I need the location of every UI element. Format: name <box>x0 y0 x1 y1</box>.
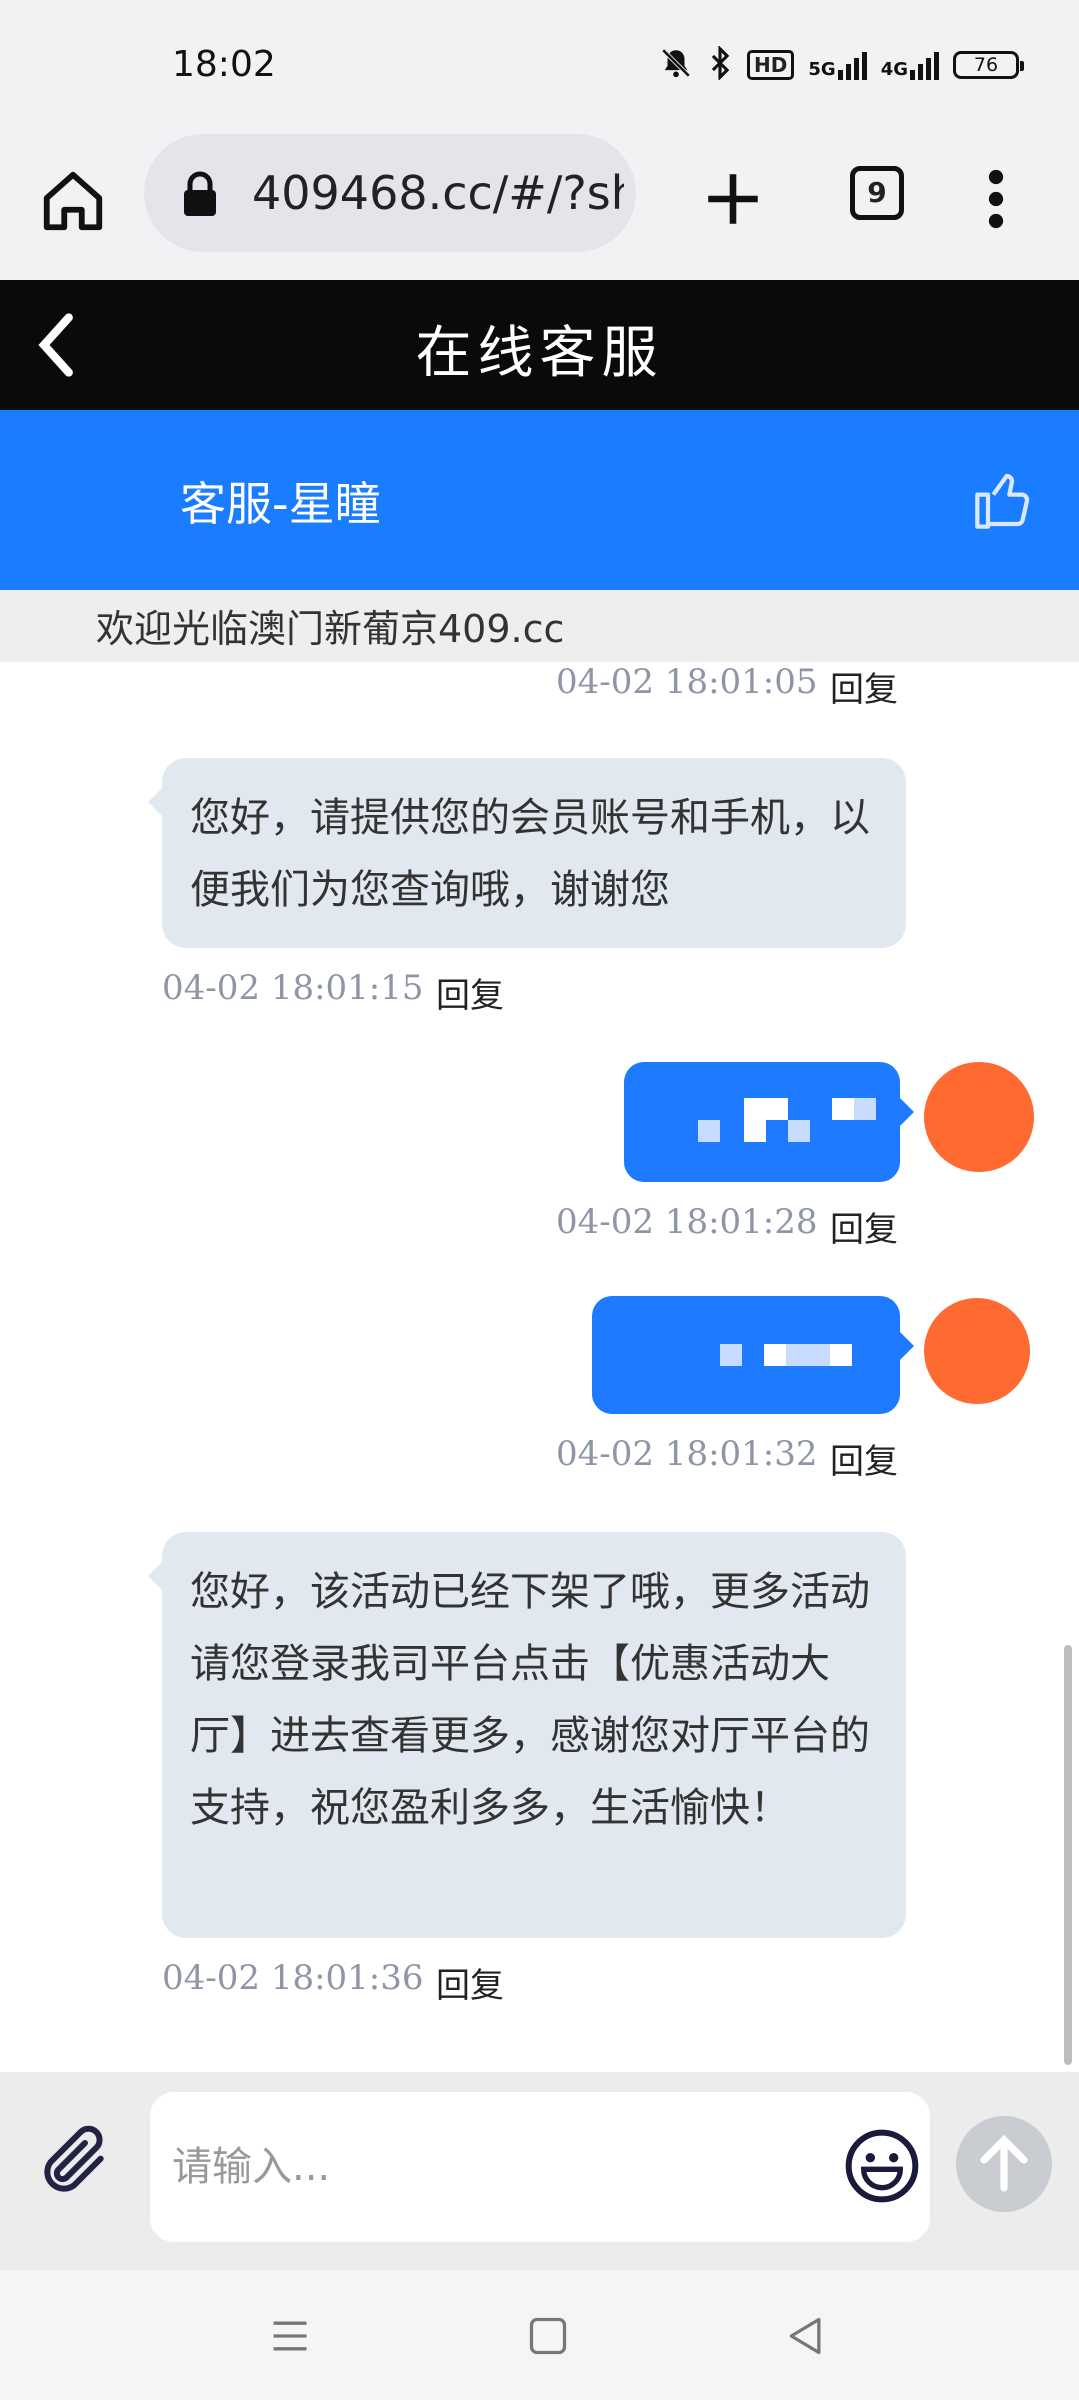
message-input-box[interactable] <box>150 2092 930 2242</box>
hd-voice-icon: HD <box>747 50 795 80</box>
reply-link[interactable]: 回复 <box>830 1434 898 1483</box>
url-text[interactable]: 409468.cc/#/?sh <box>252 166 624 220</box>
battery-icon: 76 <box>953 51 1024 79</box>
reply-link[interactable]: 回复 <box>830 662 898 711</box>
signal-4g-label: 4G <box>880 59 908 80</box>
message-bubble-outgoing <box>624 1062 914 1182</box>
menu-icon[interactable] <box>268 2314 312 2362</box>
more-icon[interactable] <box>976 166 1016 236</box>
mute-bell-icon <box>659 46 693 84</box>
page-title: 在线客服 <box>415 321 664 386</box>
chat-area[interactable]: 04-02 18:01:05 回复 您好，请提供您的会员账号和手机，以便我们为您… <box>0 662 1079 2072</box>
bluetooth-icon <box>707 45 733 84</box>
system-navigation-bar <box>0 2270 1079 2400</box>
message-text: 您好，请提供您的会员账号和手机，以便我们为您查询哦，谢谢您 <box>190 795 870 913</box>
page-header: 在线客服 <box>0 280 1079 410</box>
user-avatar <box>924 1062 1034 1172</box>
agent-name: 客服-星瞳 <box>180 477 381 531</box>
reply-link[interactable]: 回复 <box>830 1202 898 1251</box>
message-text: 您好，该活动已经下架了哦，更多活动请您登录我司平台点击【优惠活动大厅】进去查看更… <box>190 1569 870 1831</box>
emoji-icon[interactable] <box>842 2126 922 2210</box>
signal-4g-icon: 4G <box>881 50 939 80</box>
message-time: 04-02 18:01:05 <box>556 662 818 702</box>
back-triangle-icon[interactable] <box>784 2314 828 2362</box>
reply-link[interactable]: 回复 <box>436 1958 504 2007</box>
message-time: 04-02 18:01:15 <box>162 968 424 1008</box>
home-square-icon[interactable] <box>526 2314 570 2362</box>
message-input[interactable] <box>172 2132 772 2202</box>
user-avatar <box>924 1298 1030 1404</box>
input-bar <box>0 2072 1079 2270</box>
message-bubble-incoming: 您好，该活动已经下架了哦，更多活动请您登录我司平台点击【优惠活动大厅】进去查看更… <box>148 1532 906 1938</box>
arrow-up-icon <box>980 2134 1028 2192</box>
attachment-icon[interactable] <box>34 2122 114 2206</box>
thumbs-up-icon[interactable] <box>972 468 1036 536</box>
address-bar[interactable]: 409468.cc/#/?sh <box>144 134 636 252</box>
signal-5g-icon: 5G <box>808 50 867 80</box>
signal-5g-label: 5G <box>808 59 836 80</box>
browser-toolbar: 409468.cc/#/?sh 9 <box>0 120 1079 280</box>
message-time: 04-02 18:01:28 <box>556 1202 818 1242</box>
notice-bar: 欢迎光临澳门新葡京409.cc <box>0 590 1079 662</box>
status-bar: 18:02 HD 5G 4G 76 <box>0 0 1079 120</box>
battery-level: 76 <box>973 54 999 76</box>
status-time: 18:02 <box>172 44 276 85</box>
agent-bar: 客服-星瞳 <box>0 410 1079 590</box>
status-icons: HD 5G 4G 76 <box>659 45 1024 84</box>
send-button[interactable] <box>956 2116 1052 2212</box>
reply-link[interactable]: 回复 <box>436 968 504 1017</box>
message-bubble-incoming: 您好，请提供您的会员账号和手机，以便我们为您查询哦，谢谢您 <box>148 758 906 948</box>
message-time: 04-02 18:01:36 <box>162 1958 424 1998</box>
lock-icon <box>180 170 220 222</box>
message-bubble-outgoing <box>592 1296 914 1414</box>
new-tab-icon[interactable] <box>700 166 766 236</box>
tabs-icon[interactable]: 9 <box>850 166 904 220</box>
message-time: 04-02 18:01:32 <box>556 1434 818 1474</box>
notice-text: 欢迎光临澳门新葡京409.cc <box>96 607 565 651</box>
chat-scrollbar[interactable] <box>1064 1645 1072 2065</box>
home-icon[interactable] <box>38 166 108 240</box>
